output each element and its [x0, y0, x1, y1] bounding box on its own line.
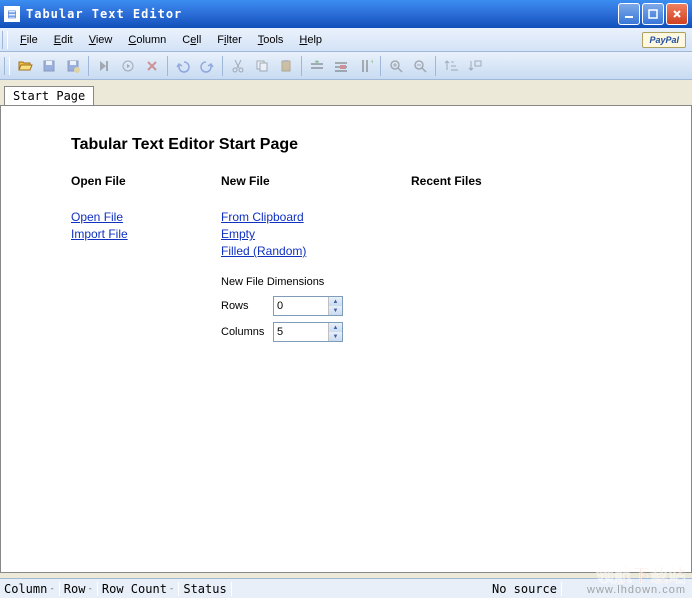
paste-icon [275, 55, 297, 77]
tab-strip: Start Page [0, 86, 692, 105]
menu-help[interactable]: Help [291, 32, 330, 48]
app-icon: ▤ [4, 6, 20, 22]
insert-row-icon [306, 55, 328, 77]
rows-label: Rows [221, 300, 273, 312]
zoom-out-icon [409, 55, 431, 77]
play-icon [117, 55, 139, 77]
menu-column[interactable]: Column [120, 32, 174, 48]
recent-files-section: Recent Files [411, 174, 482, 348]
menu-edit[interactable]: Edit [46, 32, 81, 48]
cols-down-icon[interactable]: ▼ [329, 332, 342, 341]
delete-row-icon [330, 55, 352, 77]
import-file-link[interactable]: Import File [71, 227, 221, 241]
rows-down-icon[interactable]: ▼ [329, 306, 342, 315]
minimize-button[interactable] [618, 3, 640, 25]
status-source: No source [488, 582, 562, 596]
toolbar: + [0, 52, 692, 80]
save-icon [38, 55, 60, 77]
open-file-heading: Open File [71, 174, 221, 188]
new-file-heading: New File [221, 174, 411, 188]
window-title: Tabular Text Editor [26, 7, 618, 21]
paypal-button[interactable]: PayPal [642, 32, 686, 48]
undo-icon [172, 55, 194, 77]
next-icon [93, 55, 115, 77]
status-bar: Column - Row - Row Count - Status No sou… [0, 578, 692, 598]
rows-up-icon[interactable]: ▲ [329, 297, 342, 306]
rows-stepper[interactable]: ▲ ▼ [273, 296, 343, 316]
columns-stepper[interactable]: ▲ ▼ [273, 322, 343, 342]
from-clipboard-link[interactable]: From Clipboard [221, 210, 411, 224]
status-status: Status [179, 582, 231, 596]
filled-random-link[interactable]: Filled (Random) [221, 244, 411, 258]
sort-desc-icon [464, 55, 486, 77]
maximize-button[interactable] [642, 3, 664, 25]
zoom-in-icon [385, 55, 407, 77]
window-buttons [618, 3, 688, 25]
columns-input[interactable] [274, 323, 328, 341]
new-file-section: New File From Clipboard Empty Filled (Ra… [221, 174, 411, 348]
menu-grip[interactable] [2, 31, 8, 49]
columns-label: Columns [221, 326, 273, 338]
open-file-section: Open File Open File Import File [71, 174, 221, 348]
cut-icon [227, 55, 249, 77]
title-bar: ▤ Tabular Text Editor [0, 0, 692, 28]
copy-icon [251, 55, 273, 77]
menu-bar: File Edit View Column Cell Filter Tools … [0, 28, 692, 52]
redo-icon [196, 55, 218, 77]
svg-text:+: + [370, 58, 373, 66]
tab-area: Start Page Tabular Text Editor Start Pag… [0, 80, 692, 573]
save-as-icon [62, 55, 84, 77]
close-button[interactable] [666, 3, 688, 25]
status-row: Row - [60, 582, 98, 596]
recent-files-heading: Recent Files [411, 174, 482, 188]
start-page-content: Tabular Text Editor Start Page Open File… [0, 105, 692, 573]
dimensions-heading: New File Dimensions [221, 276, 411, 288]
menu-tools[interactable]: Tools [250, 32, 292, 48]
insert-col-icon: + [354, 55, 376, 77]
status-row-count: Row Count - [98, 582, 179, 596]
delete-icon [141, 55, 163, 77]
sort-asc-icon [440, 55, 462, 77]
rows-input[interactable] [274, 297, 328, 315]
page-title: Tabular Text Editor Start Page [71, 136, 691, 154]
empty-link[interactable]: Empty [221, 227, 411, 241]
menu-view[interactable]: View [81, 32, 121, 48]
menu-cell[interactable]: Cell [174, 32, 209, 48]
tab-start-page[interactable]: Start Page [4, 86, 94, 105]
status-column: Column - [0, 582, 60, 596]
open-icon[interactable] [14, 55, 36, 77]
cols-up-icon[interactable]: ▲ [329, 323, 342, 332]
menu-file[interactable]: File [12, 32, 46, 48]
menu-filter[interactable]: Filter [209, 32, 249, 48]
open-file-link[interactable]: Open File [71, 210, 221, 224]
toolbar-grip[interactable] [4, 57, 10, 75]
